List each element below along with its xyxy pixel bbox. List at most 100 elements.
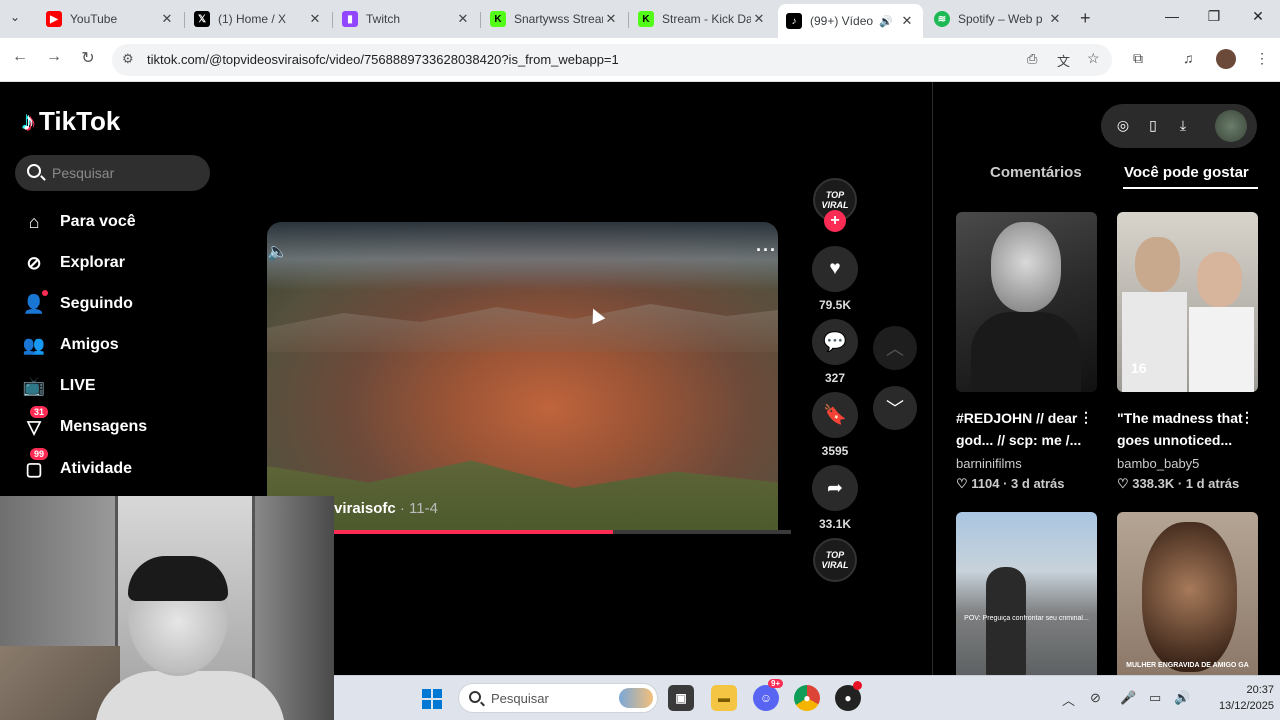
search-icon [27, 164, 41, 178]
media-controls-icon[interactable]: ♫ [1183, 50, 1194, 66]
more-icon[interactable]: ⋮ [1240, 409, 1254, 426]
video-author[interactable]: barninifilms [956, 456, 1022, 471]
previous-video-button[interactable]: ︿ [873, 326, 917, 370]
nav-live[interactable]: 📺 LIVE [22, 371, 96, 401]
tab-kick-stream[interactable]: K Stream - Kick Da ✕ [630, 4, 775, 34]
system-clock[interactable]: 20:37 13/12/2025 [1204, 682, 1274, 714]
video-player[interactable] [267, 222, 778, 532]
discord-badge: 9+ [768, 679, 784, 688]
windows-start-icon[interactable] [422, 689, 442, 709]
translate-icon[interactable]: 文 [1057, 51, 1070, 70]
install-app-icon[interactable]: ⎙ [1027, 51, 1037, 67]
tab-x-home[interactable]: 𝕏 (1) Home / X ✕ [186, 4, 331, 34]
messages-icon: ▽ 31 [22, 406, 49, 439]
video-thumbnail[interactable]: MULHER ENGRAVIDA DE AMIGO GA [1117, 512, 1258, 682]
save-button[interactable]: 🔖 [812, 392, 858, 438]
close-tab-icon[interactable]: ✕ [307, 11, 323, 27]
site-info-icon[interactable]: ⚙ [122, 51, 134, 67]
new-tab-button[interactable]: + [1080, 8, 1091, 29]
kick-icon: K [490, 11, 506, 27]
network-off-icon[interactable]: ⊘ [1090, 690, 1101, 706]
tab-spotify[interactable]: ≋ Spotify – Web p ✕ [926, 4, 1071, 34]
x-logo-icon: 𝕏 [194, 11, 210, 27]
video-author[interactable]: viraisofc · 11-4 [334, 500, 438, 517]
nav-explore[interactable]: ⊘ Explorar [22, 248, 124, 278]
video-thumbnail[interactable] [956, 212, 1097, 392]
chrome-icon[interactable]: ● [794, 685, 820, 711]
tab-tiktok-video[interactable]: ♪ (99+) Vídeo 🔊 ✕ [778, 4, 923, 38]
volume-icon[interactable]: 🔊 [1174, 690, 1190, 706]
next-video-button[interactable]: ﹀ [873, 386, 917, 430]
close-tab-icon[interactable]: ✕ [603, 11, 619, 27]
discord-icon[interactable]: ☺ 9+ [753, 679, 784, 711]
bookmark-star-icon[interactable]: ☆ [1087, 50, 1100, 67]
video-date: · 11-4 [399, 500, 438, 517]
user-avatar[interactable] [1215, 110, 1247, 142]
app-icon[interactable]: ● [835, 681, 862, 711]
menu-kebab-icon[interactable]: ⋮ [1255, 50, 1269, 67]
nav-label: Amigos [60, 336, 119, 353]
search-highlight-icon [619, 688, 653, 708]
follow-button[interactable]: + [824, 210, 846, 232]
back-button[interactable]: ← [8, 48, 32, 66]
close-tab-icon[interactable]: ✕ [899, 13, 915, 29]
tab-youtube[interactable]: ▶ YouTube ✕ [38, 4, 183, 34]
file-explorer-icon[interactable]: ▬ [711, 685, 737, 711]
search-box[interactable] [15, 155, 210, 191]
taskbar-search-label: Pesquisar [491, 691, 549, 706]
youtube-icon: ▶ [46, 11, 62, 27]
tab-comments[interactable]: Comentários [990, 164, 1082, 181]
nav-for-you[interactable]: ⌂ Para você [22, 207, 136, 237]
close-tab-icon[interactable]: ✕ [1047, 11, 1063, 27]
taskbar-search[interactable]: Pesquisar [458, 683, 658, 713]
tab-suggested[interactable]: Você pode gostar [1124, 164, 1249, 181]
video-thumbnail[interactable]: 16 [1117, 212, 1258, 392]
close-tab-icon[interactable]: ✕ [751, 11, 767, 27]
close-window-button[interactable]: ✕ [1236, 8, 1280, 25]
browser-toolbar: ← → ↻ ⚙ tiktok.com/@topvideosviraisofc/v… [0, 38, 1280, 82]
sound-avatar[interactable]: TOP VIRAL [813, 538, 857, 582]
close-tab-icon[interactable]: ✕ [159, 11, 175, 27]
close-tab-icon[interactable]: ✕ [455, 11, 471, 27]
portrait-dress [1189, 307, 1254, 392]
explore-compass-icon[interactable]: ◎ [1115, 117, 1131, 134]
nav-messages[interactable]: ▽ 31 Mensagens [22, 406, 147, 442]
phone-icon[interactable]: ▯ [1145, 117, 1161, 134]
download-icon[interactable]: ⤓ [1175, 117, 1191, 134]
more-icon[interactable]: ⋮ [1079, 409, 1093, 426]
display-icon[interactable]: ▭ [1149, 690, 1161, 706]
comment-count: 327 [824, 371, 846, 385]
tab-twitch[interactable]: ▮ Twitch ✕ [334, 4, 479, 34]
audio-playing-icon[interactable]: 🔊 [879, 15, 893, 28]
task-view-icon[interactable]: ▣ [668, 685, 694, 711]
forward-button[interactable]: → [42, 48, 66, 66]
restore-button[interactable]: ❐ [1192, 8, 1236, 25]
search-input[interactable] [52, 163, 202, 183]
comment-button[interactable]: 💬 [812, 319, 858, 365]
reload-button[interactable]: ↻ [76, 48, 100, 68]
video-author[interactable]: bambo_baby5 [1117, 456, 1199, 471]
share-button[interactable]: ➦ [812, 465, 858, 511]
more-options-icon[interactable]: ··· [756, 240, 777, 261]
share-icon: ➦ [827, 477, 843, 499]
video-thumbnail[interactable]: POV: Preguiça confrontar seu criminal... [956, 512, 1097, 682]
profile-avatar[interactable] [1216, 49, 1236, 69]
tab-divider [332, 12, 333, 28]
tiktok-logo[interactable]: ♪ TikTok [22, 106, 120, 137]
nav-friends[interactable]: 👥 Amigos [22, 330, 119, 360]
extensions-icon[interactable]: ⧉ [1133, 50, 1143, 67]
like-button[interactable]: ♥ [812, 246, 858, 292]
tab-title: YouTube [70, 12, 118, 26]
show-hidden-icons-icon[interactable]: ︿ [1062, 690, 1075, 709]
microphone-icon[interactable]: 🎤 [1120, 690, 1136, 706]
minimize-button[interactable]: — [1150, 8, 1194, 24]
address-bar[interactable]: ⚙ tiktok.com/@topvideosviraisofc/video/7… [112, 44, 1112, 76]
portrait-face [1197, 252, 1242, 307]
nav-following[interactable]: 👤 Seguindo [22, 289, 133, 319]
video-progress-bar[interactable] [334, 530, 791, 534]
activity-icon: ▢ 99 [22, 448, 49, 481]
tab-search-button[interactable]: ⌄ [10, 10, 20, 24]
volume-icon[interactable]: 🔈 [267, 242, 291, 262]
nav-activity[interactable]: ▢ 99 Atividade [22, 448, 132, 484]
tab-kick-snartywss[interactable]: K Snartywss Stream ✕ [482, 4, 627, 34]
